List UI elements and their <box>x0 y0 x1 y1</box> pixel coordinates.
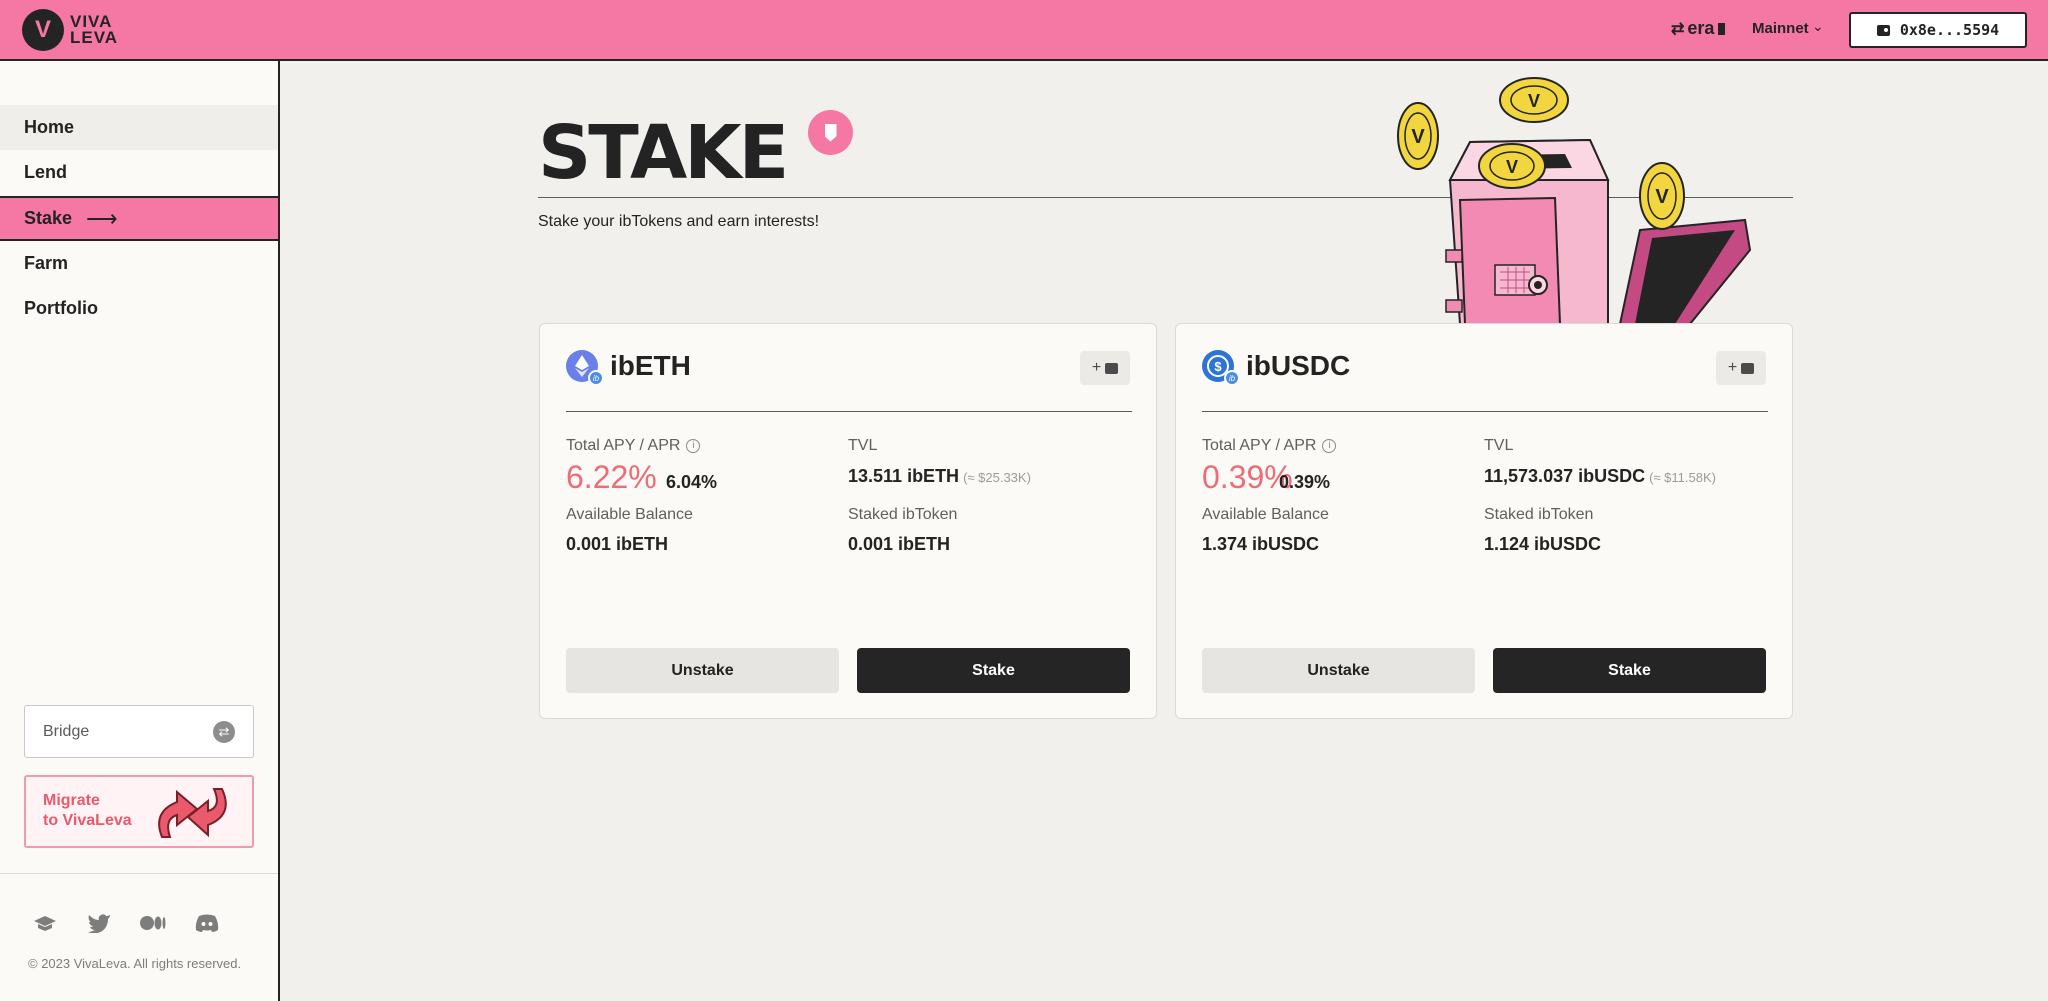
available-balance-label: Available Balance <box>1202 506 1329 523</box>
sidebar-item-label: Portfolio <box>24 298 98 318</box>
ib-badge-icon: ib <box>588 370 604 386</box>
staking-card-ibeth: ib ibETH + Total APY / APR i 6.22% 6.04% … <box>539 323 1157 719</box>
available-balance-label: Available Balance <box>566 506 693 523</box>
bridge-label: Bridge <box>43 722 90 740</box>
sidebar-item-portfolio[interactable]: Portfolio <box>0 286 278 331</box>
logo-text-bottom: LEVA <box>70 28 119 47</box>
svg-text:V: V <box>1411 126 1425 148</box>
bridge-button[interactable]: Bridge ⇄ <box>24 705 254 758</box>
arrow-right-icon: ⟶ <box>86 205 118 231</box>
sidebar: Home Lend Stake ⟶ Farm Portfolio Bridge ⇄… <box>0 61 280 1001</box>
tvl-label: TVL <box>1484 437 1514 454</box>
logo-mark-icon: V <box>22 9 64 51</box>
chevron-down-icon[interactable]: ⌄ <box>1812 18 1824 35</box>
card-divider <box>566 411 1132 412</box>
page-subtitle: Stake your ibTokens and earn interests! <box>538 213 820 230</box>
staking-card-ibusdc: $ ib ibUSDC + Total APY / APR i 0.39% 0.3… <box>1175 323 1793 719</box>
sidebar-item-label: Home <box>24 117 75 137</box>
token-name: ibUSDC <box>1246 350 1351 381</box>
docs-icon[interactable] <box>32 911 58 935</box>
card-divider <box>1202 411 1768 412</box>
add-to-wallet-button[interactable]: + <box>1716 351 1766 385</box>
social-links <box>32 911 220 935</box>
staked-label: Staked ibToken <box>1484 506 1594 523</box>
sidebar-item-label: Farm <box>24 253 69 273</box>
migrate-arrows-icon <box>158 788 227 838</box>
sidebar-item-stake[interactable]: Stake ⟶ <box>0 196 278 241</box>
wallet-icon <box>1105 362 1119 374</box>
staked-value: 0.001 ibETH <box>848 534 951 554</box>
tvl-usd-value: (≈ $25.33K) <box>963 470 1031 485</box>
tvl-usd-value: (≈ $11.58K) <box>1649 470 1716 485</box>
safe-illustration: V V V V <box>1397 77 1752 324</box>
add-to-wallet-button[interactable]: + <box>1080 351 1130 385</box>
apr-value: 6.04% <box>666 472 718 492</box>
sidebar-item-farm[interactable]: Farm <box>0 241 278 286</box>
svg-text:$: $ <box>1214 359 1222 374</box>
discord-icon[interactable] <box>194 911 220 935</box>
logo[interactable]: V VIVA LEVA <box>22 9 118 51</box>
apy-label: Total APY / APR i <box>566 437 701 455</box>
apr-value: 0.39% <box>1279 472 1331 492</box>
sidebar-item-home[interactable]: Home <box>0 105 278 150</box>
network-brand-label: era <box>1687 18 1715 38</box>
migrate-line-2: to VivaLeva <box>43 812 132 829</box>
tvl-label: TVL <box>848 437 878 454</box>
wallet-icon <box>1741 362 1755 374</box>
sidebar-item-lend[interactable]: Lend <box>0 150 278 195</box>
stake-button[interactable]: Stake <box>1493 648 1766 693</box>
copyright: © 2023 VivaLeva. All rights reserved. <box>28 956 242 971</box>
available-balance-value: 1.374 ibUSDC <box>1202 534 1320 554</box>
sidebar-item-label: Stake <box>24 208 73 228</box>
wallet-address: 0x8e...5594 <box>1899 21 2000 39</box>
tvl-value: 13.511 ibETH (≈ $25.33K) <box>848 466 1031 486</box>
apy-label: Total APY / APR i <box>1202 437 1337 455</box>
token-name: ibETH <box>610 350 691 381</box>
unstake-button[interactable]: Unstake <box>1202 648 1475 693</box>
unstake-button[interactable]: Unstake <box>566 648 839 693</box>
network-selector[interactable]: Mainnet <box>1752 20 1809 37</box>
brand-square-icon <box>1718 22 1726 35</box>
bridge-swap-icon: ⇄ <box>213 720 235 743</box>
swap-arrows-icon: ⇄ <box>1671 20 1685 38</box>
sidebar-item-label: Lend <box>24 162 67 182</box>
available-balance-value: 0.001 ibETH <box>566 534 669 554</box>
svg-text:V: V <box>1528 91 1540 111</box>
top-bar: V VIVA LEVA ⇄ era Mainnet ⌄ 0x8e...5594 <box>0 0 2048 61</box>
total-apy-value: 6.22% <box>566 459 657 495</box>
page-title: STAKE <box>538 110 789 196</box>
info-icon[interactable]: i <box>1322 438 1337 453</box>
ib-badge-icon: ib <box>1224 370 1240 386</box>
wallet-icon <box>1876 24 1890 36</box>
stake-button[interactable]: Stake <box>857 648 1130 693</box>
wallet-button[interactable]: 0x8e...5594 <box>1849 12 2027 48</box>
migrate-banner[interactable]: Migrate to VivaLeva <box>24 775 254 848</box>
twitter-icon[interactable] <box>86 911 112 935</box>
tvl-value: 11,573.037 ibUSDC (≈ $11.58K) <box>1484 466 1716 486</box>
svg-text:V: V <box>1655 186 1669 208</box>
staked-value: 1.124 ibUSDC <box>1484 534 1602 554</box>
staked-label: Staked ibToken <box>848 506 958 523</box>
medium-icon[interactable] <box>140 911 166 935</box>
info-icon[interactable]: i <box>686 438 701 453</box>
sidebar-divider <box>0 873 278 874</box>
title-badge-icon <box>808 110 853 155</box>
migrate-line-1: Migrate <box>43 792 100 809</box>
svg-text:V: V <box>1506 157 1518 177</box>
network-brand: ⇄ era <box>1671 18 1726 39</box>
